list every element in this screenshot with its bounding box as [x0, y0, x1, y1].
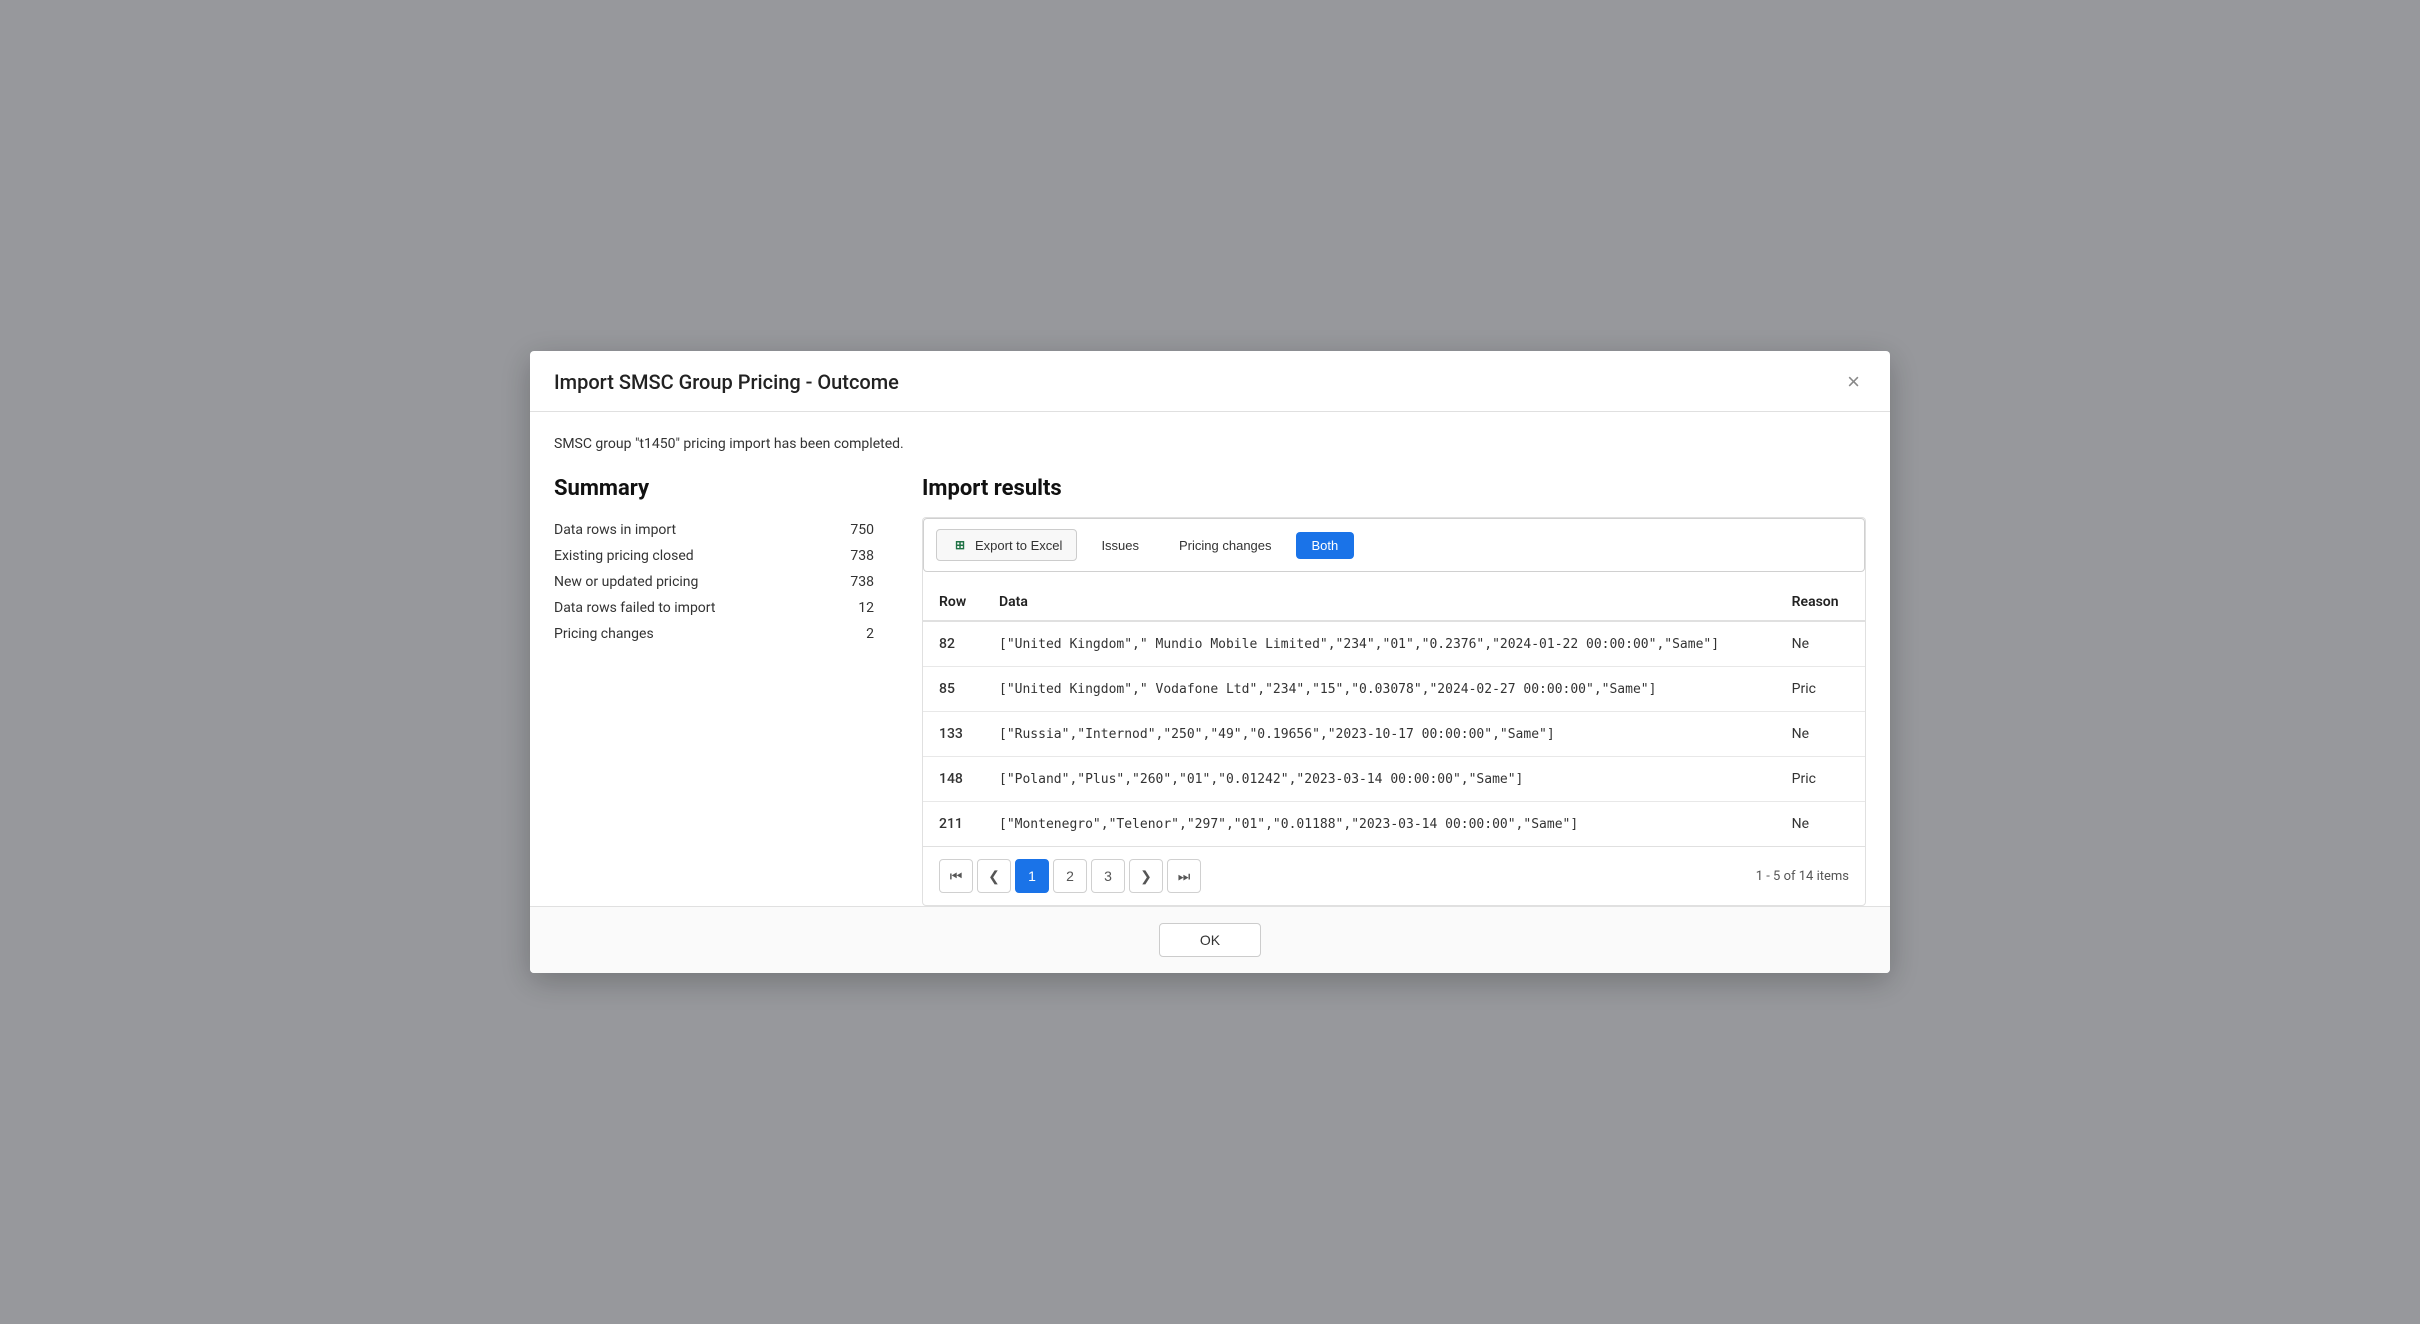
table-header-row: Row Data Reason	[923, 584, 1865, 621]
table-row: 133 ["Russia","Internod","250","49","0.1…	[923, 712, 1865, 757]
summary-row-1: Existing pricing closed 738	[554, 543, 874, 569]
import-results-title: Import results	[922, 476, 1866, 501]
modal-overlay: Import SMSC Group Pricing - Outcome × SM…	[0, 0, 2420, 1324]
summary-value-4: 2	[866, 626, 874, 642]
summary-label-0: Data rows in import	[554, 522, 810, 538]
modal-dialog: Import SMSC Group Pricing - Outcome × SM…	[530, 351, 1890, 973]
summary-value-1: 738	[850, 548, 874, 564]
filter-pricing-changes-button[interactable]: Pricing changes	[1163, 532, 1288, 559]
summary-row-4: Pricing changes 2	[554, 621, 874, 647]
summary-label-1: Existing pricing closed	[554, 548, 810, 564]
results-table: Row Data Reason 82 ["United Kingdom"," M…	[923, 584, 1865, 846]
summary-row-0: Data rows in import 750	[554, 517, 874, 543]
row-num-4: 211	[923, 802, 983, 847]
col-header-reason: Reason	[1776, 584, 1865, 621]
summary-value-2: 738	[850, 574, 874, 590]
row-num-3: 148	[923, 757, 983, 802]
row-data-1: ["United Kingdom"," Vodafone Ltd","234",…	[983, 667, 1776, 712]
pagination-first-button[interactable]: ⏮	[939, 859, 973, 893]
ok-button[interactable]: OK	[1159, 923, 1261, 957]
row-num-0: 82	[923, 621, 983, 667]
row-reason-2: Ne	[1776, 712, 1865, 757]
row-reason-1: Pric	[1776, 667, 1865, 712]
row-data-0: ["United Kingdom"," Mundio Mobile Limite…	[983, 621, 1776, 667]
pagination-page-2-button[interactable]: 2	[1053, 859, 1087, 893]
row-data-2: ["Russia","Internod","250","49","0.19656…	[983, 712, 1776, 757]
row-reason-0: Ne	[1776, 621, 1865, 667]
pagination-controls: ⏮ ❮ 1 2 3 ❯ ⏭	[939, 859, 1201, 893]
col-header-row: Row	[923, 584, 983, 621]
pagination-next-button[interactable]: ❯	[1129, 859, 1163, 893]
summary-title: Summary	[554, 476, 874, 501]
summary-label-3: Data rows failed to import	[554, 600, 818, 616]
row-reason-3: Pric	[1776, 757, 1865, 802]
close-button[interactable]: ×	[1841, 369, 1866, 395]
content-area: Summary Data rows in import 750 Existing…	[554, 476, 1866, 906]
summary-row-3: Data rows failed to import 12	[554, 595, 874, 621]
row-data-3: ["Poland","Plus","260","01","0.01242","2…	[983, 757, 1776, 802]
export-to-excel-button[interactable]: ⊞ Export to Excel	[936, 529, 1077, 561]
pagination-info: 1 - 5 of 14 items	[1756, 869, 1849, 884]
table-row: 211 ["Montenegro","Telenor","297","01","…	[923, 802, 1865, 847]
summary-value-0: 750	[850, 522, 874, 538]
pagination-page-1-button[interactable]: 1	[1015, 859, 1049, 893]
row-data-4: ["Montenegro","Telenor","297","01","0.01…	[983, 802, 1776, 847]
summary-label-4: Pricing changes	[554, 626, 826, 642]
modal-body: SMSC group "t1450" pricing import has be…	[530, 412, 1890, 906]
filter-both-button[interactable]: Both	[1296, 532, 1355, 559]
col-header-data: Data	[983, 584, 1776, 621]
table-row: 82 ["United Kingdom"," Mundio Mobile Lim…	[923, 621, 1865, 667]
completion-message: SMSC group "t1450" pricing import has be…	[554, 436, 1866, 452]
pagination-prev-button[interactable]: ❮	[977, 859, 1011, 893]
row-num-2: 133	[923, 712, 983, 757]
pagination-last-button[interactable]: ⏭	[1167, 859, 1201, 893]
filter-issues-button[interactable]: Issues	[1085, 532, 1155, 559]
summary-value-3: 12	[858, 600, 874, 616]
row-num-1: 85	[923, 667, 983, 712]
excel-icon: ⊞	[951, 536, 969, 554]
pagination-page-3-button[interactable]: 3	[1091, 859, 1125, 893]
import-results-section: Import results ⊞ Export to Excel Issues …	[922, 476, 1866, 906]
summary-section: Summary Data rows in import 750 Existing…	[554, 476, 874, 647]
pagination: ⏮ ❮ 1 2 3 ❯ ⏭ 1 - 5 of 14 items	[923, 846, 1865, 905]
summary-row-2: New or updated pricing 738	[554, 569, 874, 595]
table-row: 85 ["United Kingdom"," Vodafone Ltd","23…	[923, 667, 1865, 712]
modal-header: Import SMSC Group Pricing - Outcome ×	[530, 351, 1890, 412]
results-table-wrapper: ⊞ Export to Excel Issues Pricing changes…	[922, 517, 1866, 906]
row-reason-4: Ne	[1776, 802, 1865, 847]
modal-footer: OK	[530, 906, 1890, 973]
summary-label-2: New or updated pricing	[554, 574, 810, 590]
results-toolbar: ⊞ Export to Excel Issues Pricing changes…	[923, 518, 1865, 572]
modal-title: Import SMSC Group Pricing - Outcome	[554, 370, 899, 394]
table-row: 148 ["Poland","Plus","260","01","0.01242…	[923, 757, 1865, 802]
export-label: Export to Excel	[975, 538, 1062, 553]
